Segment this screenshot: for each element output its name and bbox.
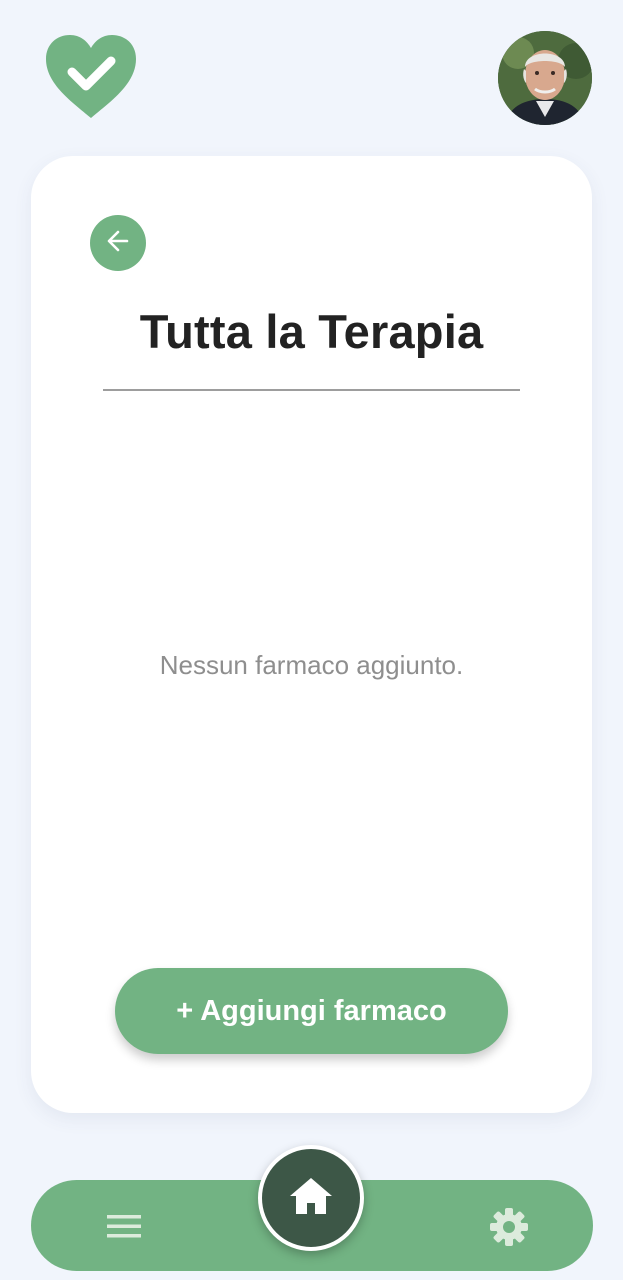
title-divider — [103, 389, 520, 391]
back-button[interactable] — [90, 215, 146, 271]
user-avatar[interactable] — [498, 31, 592, 125]
arrow-left-icon — [105, 228, 131, 259]
home-icon — [288, 1176, 334, 1221]
app-screen: Tutta la Terapia Nessun farmaco aggiunto… — [0, 0, 623, 1280]
therapy-card: Tutta la Terapia Nessun farmaco aggiunto… — [31, 156, 592, 1113]
gear-icon[interactable] — [488, 1206, 530, 1248]
add-medication-button[interactable]: + Aggiungi farmaco — [115, 968, 508, 1054]
hamburger-menu-icon[interactable] — [103, 1208, 145, 1244]
heart-check-icon — [44, 34, 138, 120]
home-button[interactable] — [258, 1145, 364, 1251]
empty-state-message: Nessun farmaco aggiunto. — [159, 650, 464, 680]
page-title: Tutta la Terapia — [139, 305, 484, 358]
